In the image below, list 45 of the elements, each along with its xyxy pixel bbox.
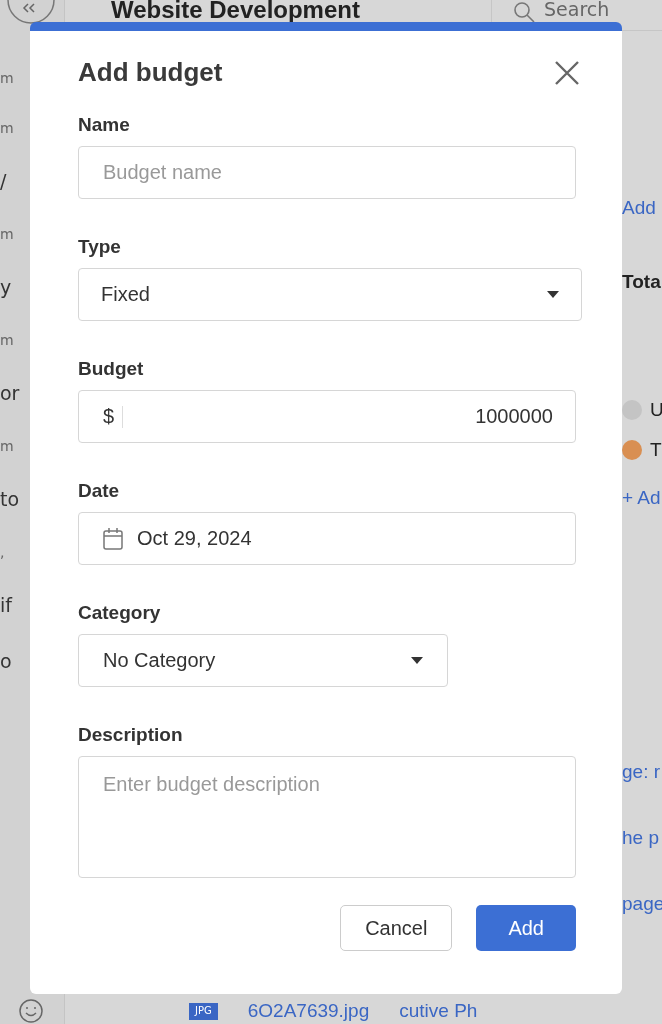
- text-fragment: ,: [0, 544, 6, 560]
- text-fragment: cutive Ph: [399, 1001, 478, 1021]
- caret-icon: [411, 657, 423, 664]
- heading-fragment: Tota: [622, 271, 661, 293]
- field-label: Date: [78, 480, 120, 502]
- dropdown[interactable]: No Category: [78, 634, 448, 687]
- budget-field[interactable]: $ 1000000: [78, 390, 576, 443]
- add-button[interactable]: Add: [476, 905, 576, 951]
- field-label: Budget: [78, 358, 144, 380]
- text-fragment: or: [0, 382, 20, 404]
- text-fragment: m: [0, 438, 15, 454]
- text-fragment: U: [650, 399, 662, 421]
- dialog-title: Add budget: [78, 57, 223, 88]
- field-label: Name: [78, 114, 130, 136]
- cancel-button[interactable]: Cancel: [340, 905, 453, 951]
- file-name-link[interactable]: 6O2A7639.jpg: [247, 1001, 370, 1021]
- name-input[interactable]: Budget name: [78, 146, 576, 199]
- text-fragment: T: [650, 439, 662, 461]
- caret-icon: [547, 291, 559, 298]
- smiley-icon[interactable]: [18, 998, 44, 1024]
- text-fragment: /: [0, 170, 8, 192]
- link-fragment[interactable]: he p: [622, 827, 659, 849]
- text-fragment: m: [0, 70, 15, 86]
- currency-prefix: $: [103, 405, 115, 428]
- link-fragment[interactable]: + Ad: [622, 487, 661, 509]
- file-type-badge: JPG: [189, 1002, 218, 1020]
- date-field[interactable]: Oct 29, 2024: [78, 512, 576, 565]
- page-title: Website Development: [111, 0, 360, 25]
- calendar-icon: [103, 527, 123, 550]
- text-fragment: o: [0, 650, 13, 672]
- link-fragment[interactable]: Add: [622, 197, 656, 219]
- field-label: Type: [78, 236, 121, 258]
- link-fragment[interactable]: ge: r: [622, 761, 661, 783]
- text-fragment: if: [0, 594, 14, 616]
- field-label: Description: [78, 724, 183, 746]
- text-fragment: y: [0, 276, 13, 298]
- search-icon: [512, 0, 536, 24]
- field-label: Category: [78, 602, 161, 624]
- text-fragment: m: [0, 120, 15, 136]
- dropdown[interactable]: Fixed: [78, 268, 582, 321]
- close-icon[interactable]: [554, 59, 580, 86]
- text-fragment: m: [0, 226, 15, 242]
- text-fragment: m: [0, 332, 15, 348]
- description-input[interactable]: Enter budget description: [78, 756, 576, 878]
- text-fragment: to: [0, 488, 20, 510]
